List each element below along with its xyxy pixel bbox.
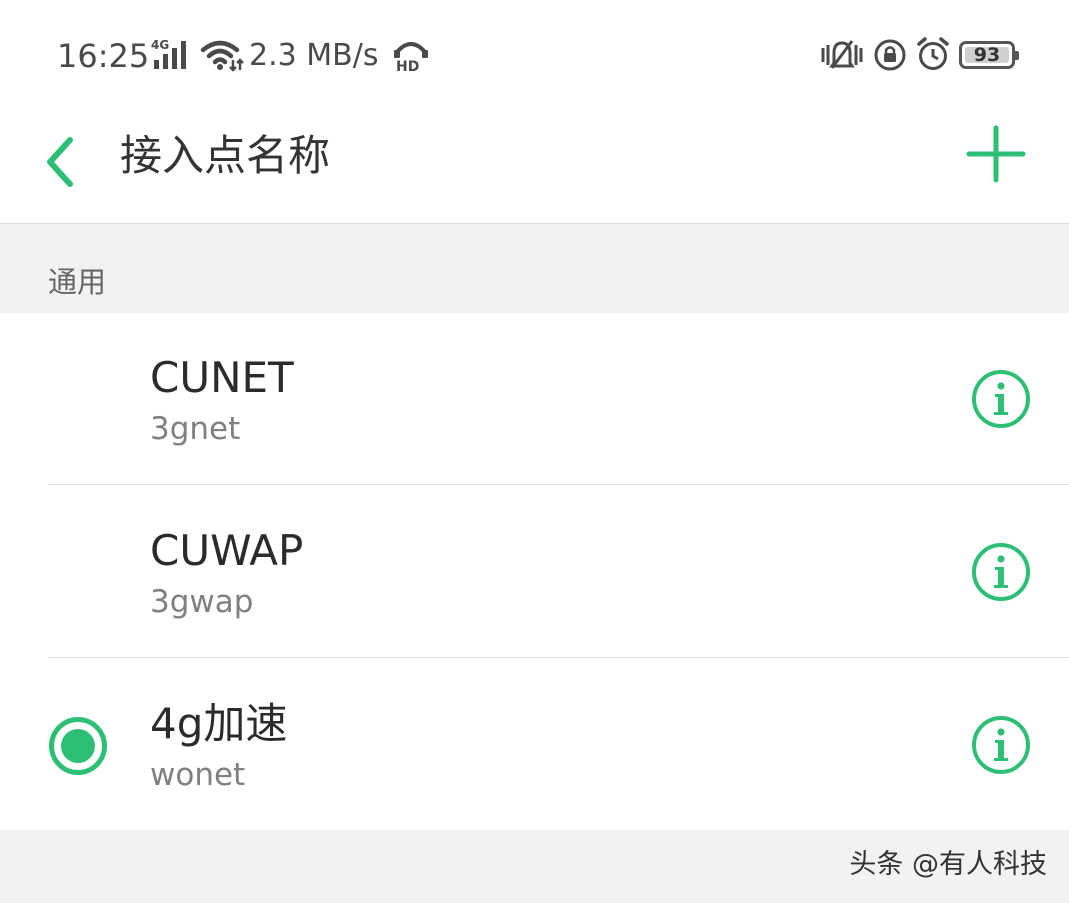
hd-badge-label: HD: [396, 59, 419, 72]
vibrate-icon: [821, 40, 863, 69]
wifi-icon: [200, 40, 244, 72]
network-speed: 2.3 MB/s: [249, 38, 379, 73]
battery-level: 93: [973, 44, 1001, 66]
apn-value: wonet: [150, 757, 246, 793]
network-type-label: 4G: [151, 38, 169, 52]
watermark: 头条 @有人科技: [849, 849, 1047, 880]
section-header-general: 通用: [48, 265, 107, 299]
page-title: 接入点名称: [120, 131, 331, 180]
info-icon: [972, 370, 1030, 428]
apn-info-button[interactable]: [971, 369, 1031, 429]
apn-name: 4g加速: [150, 699, 288, 748]
add-apn-button[interactable]: [956, 114, 1036, 194]
apn-item-4g-boost[interactable]: 4g加速 wonet: [0, 659, 1069, 831]
status-bar: 16:25 4G 2.3 MB/s HD 93: [0, 0, 1069, 110]
apn-info-button[interactable]: [971, 542, 1031, 602]
status-time: 16:25: [57, 37, 150, 75]
battery-icon: 93: [959, 41, 1019, 69]
apn-radio-selected[interactable]: [48, 716, 108, 776]
info-icon: [972, 543, 1030, 601]
plus-icon: [966, 125, 1026, 183]
list-divider: [48, 484, 1069, 485]
apn-item-cunet[interactable]: CUNET 3gnet: [0, 313, 1069, 485]
list-divider: [48, 657, 1069, 658]
apn-info-button[interactable]: [971, 715, 1031, 775]
alarm-icon: [917, 37, 949, 70]
apn-value: 3gwap: [150, 584, 254, 620]
apn-name: CUWAP: [150, 526, 304, 575]
apn-item-cuwap[interactable]: CUWAP 3gwap: [0, 486, 1069, 658]
chevron-left-icon: [47, 137, 73, 187]
back-button[interactable]: [32, 120, 92, 204]
apn-value: 3gnet: [150, 411, 241, 447]
title-bar: 接入点名称: [0, 110, 1069, 224]
signal-4g-icon: 4G: [151, 38, 186, 69]
apn-list: CUNET 3gnet CUWAP 3gwap 4g加速 wonet: [0, 313, 1069, 830]
hd-voice-icon: HD: [394, 42, 428, 72]
apn-name: CUNET: [150, 353, 294, 402]
rotation-lock-icon: [874, 39, 906, 71]
info-icon: [972, 716, 1030, 774]
